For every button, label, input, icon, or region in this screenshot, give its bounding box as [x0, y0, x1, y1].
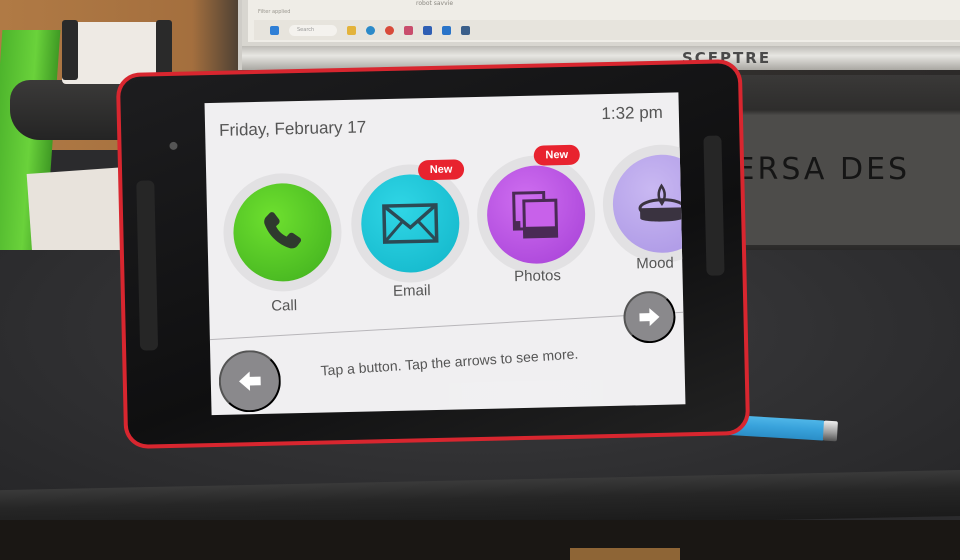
windows-start-icon — [270, 25, 279, 35]
previous-page-button[interactable] — [218, 349, 282, 413]
file-explorer-icon — [347, 25, 356, 35]
under-desk-wood — [570, 548, 680, 560]
phone-icon — [264, 212, 302, 249]
case-grip-left — [136, 180, 159, 351]
tablet-screen: Friday, February 17 1:32 pm Call New Ema… — [204, 92, 686, 416]
outlook-icon — [442, 25, 451, 35]
app-call-button[interactable]: Call — [222, 172, 343, 325]
time-label: 1:32 pm — [601, 102, 664, 124]
taskbar-search: Search — [289, 24, 337, 36]
app-photos-button[interactable]: New Photos — [475, 144, 597, 307]
background-monitor: robot savvie Filter applied Search SCEPT… — [238, 0, 960, 70]
photos-app-icon — [461, 25, 470, 35]
app-launcher-row: Call New Email New Photos Mood — [206, 143, 686, 316]
monitor-screen: robot savvie Filter applied Search — [248, 0, 960, 42]
next-page-button[interactable] — [622, 290, 677, 344]
case-grip-right — [703, 135, 725, 276]
front-camera-icon — [169, 141, 178, 150]
tablet-bezel: Friday, February 17 1:32 pm Call New Ema… — [119, 63, 747, 445]
word-icon — [423, 25, 432, 35]
edge-browser-icon — [366, 25, 375, 35]
photo-scene: robot savvie Filter applied Search SCEPT… — [0, 0, 960, 560]
monitor-taskbar: Search — [254, 20, 960, 40]
under-desk — [0, 520, 960, 560]
stylus-cap — [822, 420, 838, 442]
new-badge: New — [533, 144, 581, 166]
chrome-browser-icon — [385, 25, 394, 35]
app-photos-label: Photos — [513, 267, 562, 286]
hint-text: Tap a button. Tap the arrows to see more… — [320, 345, 579, 379]
candle-icon — [638, 183, 686, 222]
tablet-device: Friday, February 17 1:32 pm Call New Ema… — [115, 58, 751, 450]
app-mood-label: Mood — [636, 254, 674, 273]
monitor-filter-text: Filter applied — [258, 9, 291, 15]
app-call-label: Call — [271, 297, 298, 315]
monitor-caption: robot savvie — [416, 0, 454, 7]
app-mood-button[interactable]: Mood — [601, 143, 686, 296]
envelope-icon — [382, 203, 439, 244]
photos-stack-icon — [512, 190, 559, 239]
arrow-right-icon — [639, 308, 660, 327]
date-label: Friday, February 17 — [218, 117, 367, 140]
slack-icon — [404, 25, 413, 35]
screen-glare — [360, 377, 686, 416]
app-email-button[interactable]: New Email — [349, 159, 471, 316]
app-email-label: Email — [392, 282, 431, 300]
new-badge: New — [417, 159, 465, 181]
arrow-left-icon — [239, 371, 261, 391]
